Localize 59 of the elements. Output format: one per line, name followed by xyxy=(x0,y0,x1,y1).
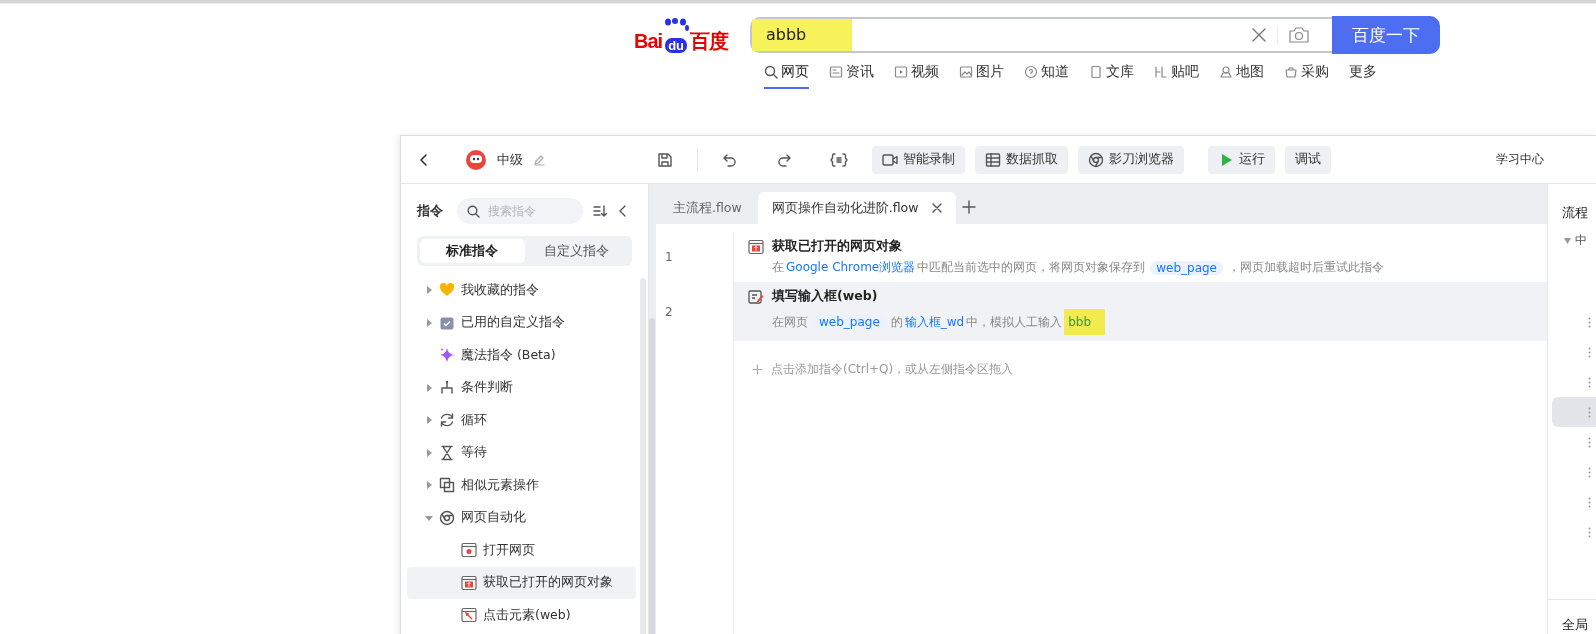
section-title: 全局 xyxy=(1548,599,1596,634)
tree-item[interactable]: 我收藏的指令 xyxy=(407,274,636,307)
logo-text: du xyxy=(665,38,688,53)
file-tab[interactable]: 主流程.flow xyxy=(659,192,756,224)
line-number: 1 xyxy=(656,232,734,282)
nav-tab[interactable]: 文库 xyxy=(1089,63,1134,89)
tree-item[interactable]: 打开网页 xyxy=(407,534,636,567)
nav-tab[interactable]: 图片 xyxy=(959,63,1004,89)
command-step[interactable]: 填写输入框(web) 在网页 web_page 的 输入框_wd 中，模拟人工输入 bbb xyxy=(734,282,1547,341)
nav-tab[interactable]: 资讯 xyxy=(829,63,874,89)
description-text: 在网页 xyxy=(772,313,808,331)
description-text: 中匹配当前选中的网页，将网页对象保存到 xyxy=(917,259,1146,276)
description-text: 在 xyxy=(772,259,784,276)
nav-tab[interactable]: 更多 xyxy=(1349,63,1377,89)
description-text: 中，模拟人工输入 xyxy=(966,313,1063,331)
description-text: ，网页加载超时后重试此指令 xyxy=(1228,259,1384,276)
parameter-link[interactable]: 输入框_wd xyxy=(904,313,965,331)
command-step[interactable]: 获取已打开的网页对象 在 Google Chrome浏览器 中匹配当前选中的网页，将网页对象保存到 web_page ，网页加载超时后重试此指令 xyxy=(734,232,1547,282)
nav-tab[interactable]: 视频 xyxy=(894,63,939,89)
toolbar-button[interactable]: 影刀浏览器 xyxy=(1078,145,1184,174)
logo-text: Bai xyxy=(634,29,663,53)
help-link[interactable]: 学习中心 xyxy=(1496,151,1544,168)
description-text: 的 xyxy=(890,313,903,331)
segment-tab[interactable]: 标准指令 xyxy=(420,239,525,263)
nav-tab[interactable]: 网页 xyxy=(764,63,809,89)
search-field[interactable]: 搜索指令 xyxy=(457,198,583,224)
search-input[interactable]: 搜索指令 xyxy=(486,203,570,219)
tree-item[interactable]: 网页自动化 xyxy=(407,501,636,534)
variable-tag[interactable]: web_page xyxy=(813,315,886,329)
nav-tab[interactable]: 地图 xyxy=(1219,63,1264,89)
toolbar-button[interactable]: 运行 xyxy=(1208,145,1275,174)
tree-item[interactable]: 点击元素(web) xyxy=(407,599,636,632)
variable-tag[interactable]: web_page xyxy=(1150,260,1223,275)
search-field[interactable]: abbb xyxy=(750,17,1332,53)
search-text: abbb xyxy=(752,19,853,51)
nav-tab[interactable]: 知道 xyxy=(1024,63,1069,89)
tree-item[interactable]: 相似元素操作 xyxy=(407,469,636,502)
search-button[interactable]: 百度一下 xyxy=(1332,16,1440,54)
tree-item[interactable]: 等待 xyxy=(407,436,636,469)
toolbar-button[interactable]: 数据抓取 xyxy=(975,145,1068,174)
tree-item[interactable]: 已用的自定义指令 xyxy=(407,306,636,339)
step-title: 获取已打开的网页对象 xyxy=(772,238,902,255)
tree-item[interactable]: 循环 xyxy=(407,404,636,437)
project-name: 中级 xyxy=(497,150,523,169)
file-tab[interactable]: 网页操作自动化进阶.flow xyxy=(757,192,957,224)
nav-tab[interactable]: 贴吧 xyxy=(1154,63,1199,89)
panel-title: 流程 xyxy=(1561,204,1589,222)
parameter-link[interactable]: Google Chrome浏览器 xyxy=(786,259,916,276)
step-title: 填写输入框(web) xyxy=(772,288,878,305)
segment-tab[interactable]: 自定义指令 xyxy=(524,239,629,263)
nav-tab[interactable]: 采购 xyxy=(1284,63,1329,89)
tree-item[interactable]: 条件判断 xyxy=(407,371,636,404)
tree-item[interactable]: 魔法指令 (Beta) xyxy=(407,339,636,372)
panel-title: 指令 xyxy=(417,202,443,220)
tree-item[interactable]: 获取已打开的网页对象 xyxy=(407,566,636,599)
logo-text: 百度 xyxy=(690,29,729,53)
toolbar-button[interactable]: 调试 xyxy=(1285,145,1331,174)
toolbar-button[interactable]: 智能录制 xyxy=(872,145,965,174)
tree-item[interactable]: 中 xyxy=(1575,232,1587,249)
